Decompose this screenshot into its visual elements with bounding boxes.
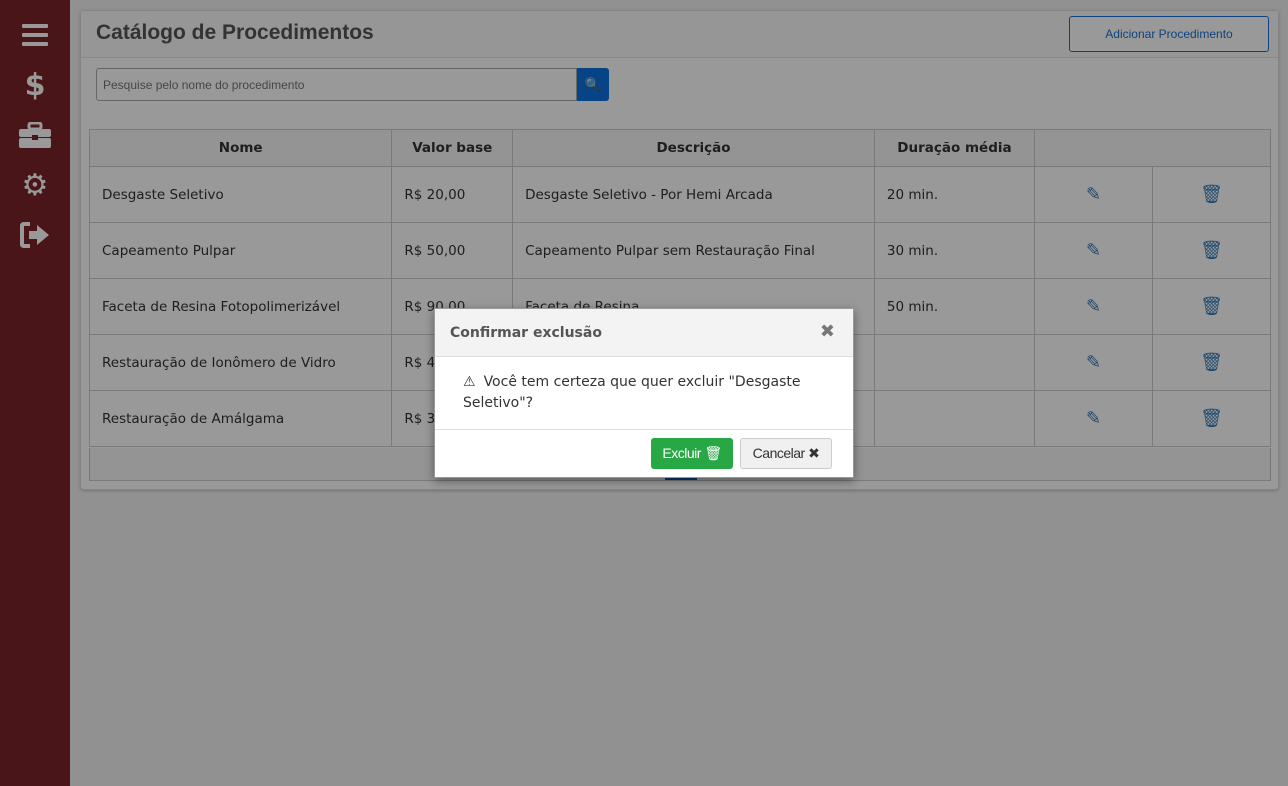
close-icon[interactable]: ✖ bbox=[820, 321, 835, 342]
modal-message: Você tem certeza que quer excluir "Desga… bbox=[463, 374, 801, 411]
confirm-delete-modal: Confirmar exclusão ✖ ⚠ Você tem certeza q… bbox=[434, 308, 854, 478]
warning-icon: ⚠ bbox=[463, 374, 476, 390]
modal-title: Confirmar exclusão bbox=[450, 325, 602, 341]
cancel-label: Cancelar bbox=[752, 445, 806, 461]
confirm-delete-button[interactable]: Excluir 🗑 bbox=[651, 438, 733, 469]
close-icon: ✖ bbox=[808, 445, 820, 461]
confirm-label: Excluir bbox=[662, 445, 701, 461]
cancel-button[interactable]: Cancelar ✖ bbox=[740, 438, 832, 469]
trash-icon: 🗑 bbox=[704, 445, 722, 461]
